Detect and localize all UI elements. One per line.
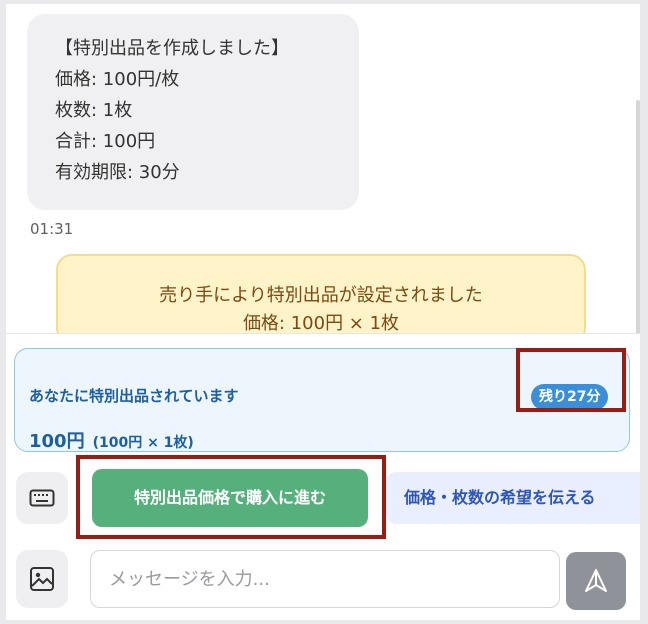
message-line: 価格: 100円/枚	[55, 69, 180, 90]
system-notice: 売り手により特別出品が設定されました 価格: 100円 × 1枚	[56, 254, 586, 344]
highlight-frame-badge	[516, 348, 626, 412]
message-line: 枚数: 1枚	[55, 100, 133, 121]
action-row: 特別出品価格で購入に進む 価格・枚数の希望を伝える	[6, 455, 640, 539]
offer-price: 100円	[29, 431, 85, 452]
bottom-panel: あなたに特別出品されています 100円 (100円 × 1枚) 残り27分 特別出…	[6, 333, 640, 620]
send-icon	[585, 569, 607, 592]
chat-screen: 【特別出品を作成しました】 価格: 100円/枚 枚数: 1枚 合計: 100円…	[6, 4, 640, 620]
composer-row	[6, 544, 640, 614]
message-input[interactable]	[90, 550, 560, 608]
send-button[interactable]	[566, 552, 626, 610]
highlight-frame-buy	[76, 455, 386, 539]
seller-message-bubble: 【特別出品を作成しました】 価格: 100円/枚 枚数: 1枚 合計: 100円…	[27, 14, 359, 210]
request-terms-button[interactable]: 価格・枚数の希望を伝える	[386, 472, 640, 524]
image-icon	[30, 567, 54, 591]
offer-title: あなたに特別出品されています	[29, 387, 239, 405]
keyboard-toggle-button[interactable]	[16, 472, 68, 524]
offer-detail: (100円 × 1枚)	[92, 435, 194, 451]
message-line: 有効期限: 30分	[55, 162, 180, 183]
message-timestamp: 01:31	[30, 220, 74, 238]
message-line: 合計: 100円	[55, 131, 156, 152]
image-attach-button[interactable]	[16, 550, 68, 608]
offer-price-line: 100円 (100円 × 1枚)	[29, 427, 194, 453]
message-line: 【特別出品を作成しました】	[55, 38, 289, 59]
notice-line: 売り手により特別出品が設定されました	[159, 285, 483, 306]
keyboard-icon	[29, 489, 55, 507]
